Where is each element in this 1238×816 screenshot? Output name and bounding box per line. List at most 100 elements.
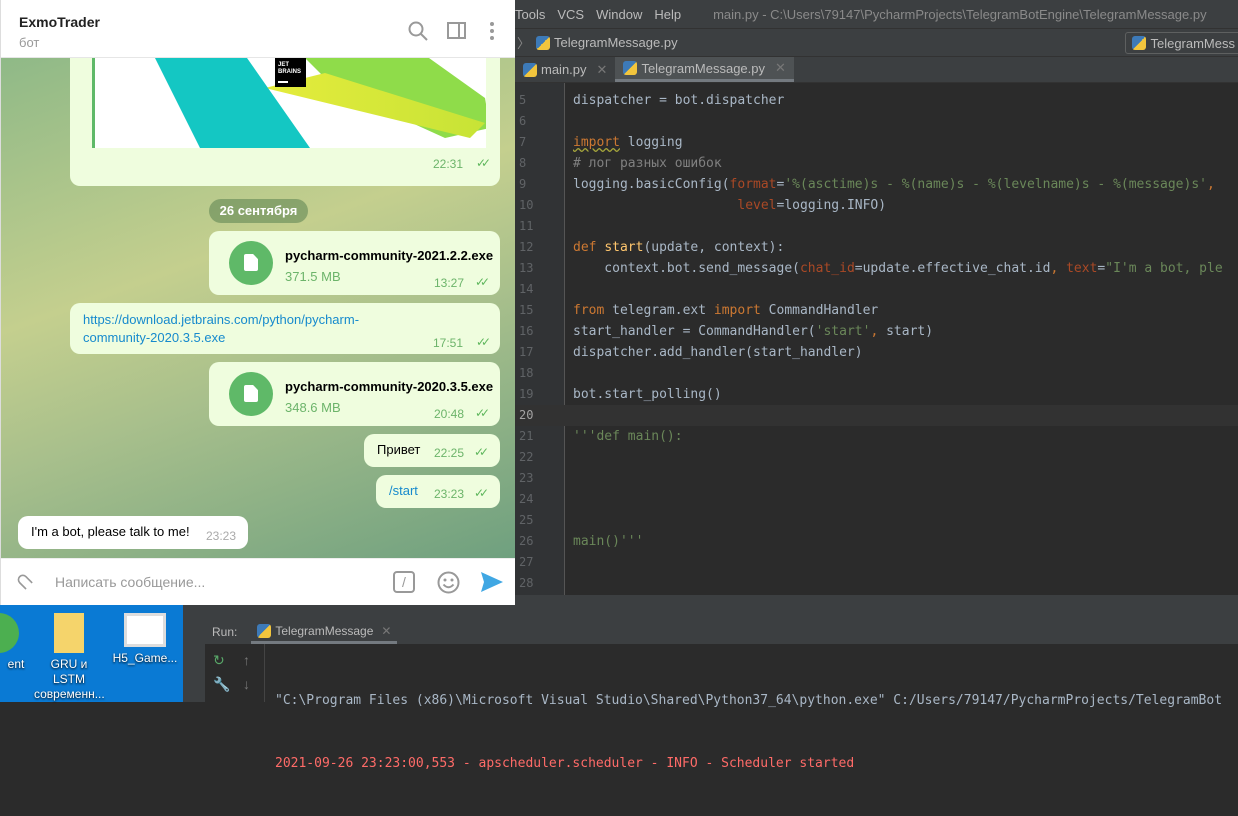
line-number: 14 [519,282,534,296]
code-token: # лог разных ошибок [573,156,722,171]
incoming-message[interactable]: I'm a bot, please talk to me! 23:23 [18,516,248,549]
window-title: main.py - C:\Users\79147\PycharmProjects… [713,6,1207,22]
file-icon[interactable] [229,372,273,416]
menu-vcs[interactable]: VCS [557,7,584,22]
code-line[interactable]: 27 [515,552,1238,573]
code-line[interactable]: 20 [515,405,1238,426]
code-token: , [870,324,887,339]
search-icon[interactable] [407,20,429,42]
code-line[interactable]: 12 def start(update, context): [515,237,1238,258]
code-line[interactable]: 23 [515,468,1238,489]
bot-commands-button[interactable]: / [393,571,415,593]
text-message[interactable]: /start 23:23 ✓✓ [376,475,500,508]
rerun-icon[interactable]: ↻ [213,652,225,669]
close-icon[interactable]: ✕ [775,60,786,76]
code-token: import [573,135,620,150]
code-text: def start(update, context): [573,237,784,258]
code-line[interactable]: 6 [515,111,1238,132]
code-line[interactable]: 22 [515,447,1238,468]
code-line[interactable]: 26 main()''' [515,531,1238,552]
attach-icon[interactable]: ⊂ [9,565,40,596]
code-token: format [729,177,777,192]
code-line[interactable]: 25 [515,510,1238,531]
line-number: 13 [519,261,534,275]
chat-history[interactable]: JET BRAINS 22:31 ✓✓ 26 сентября pycharm-… [1,48,515,558]
sidebar-toggle-icon[interactable] [446,20,468,42]
up-arrow-icon[interactable]: ↑ [243,652,250,668]
utorrent-icon [0,613,19,653]
run-config-label: TelegramMess [1150,35,1235,51]
bot-command-link[interactable]: /start [389,483,418,498]
code-line[interactable]: 28 [515,573,1238,594]
desktop-icon-folder[interactable]: GRU и LSTM современн... [34,613,105,702]
tab-telegrammessage-py[interactable]: TelegramMessage.py ✕ [615,57,794,82]
python-icon [1132,36,1147,50]
code-line[interactable]: 14 [515,279,1238,300]
code-token: text [1066,261,1098,276]
line-number: 23 [519,471,534,485]
line-number: 15 [519,303,534,317]
code-text: import logging [573,132,683,153]
code-token: logging [619,135,683,150]
desktop-icon-h5game[interactable]: H5_Game... [110,613,180,666]
code-token: level [737,198,777,213]
icon-label: ent [7,657,25,671]
message-time: 22:25 [434,446,465,460]
link-message[interactable]: https://download.jetbrains.com/python/py… [70,303,500,354]
python-file-icon [536,35,551,50]
code-line[interactable]: 18 [515,363,1238,384]
code-line[interactable]: 5 dispatcher = bot.dispatcher [515,90,1238,111]
code-token: '%(asctime)s - %(name)s - %(levelname)s … [784,177,1207,192]
send-icon[interactable] [480,571,504,593]
close-icon[interactable]: ✕ [381,624,391,638]
code-line[interactable]: 19 bot.start_polling() [515,384,1238,405]
line-number: 27 [519,555,534,569]
down-arrow-icon[interactable]: ↓ [243,676,250,692]
code-line[interactable]: 24 [515,489,1238,510]
menu-help[interactable]: Help [654,7,681,22]
message-time: 17:51 [433,336,464,350]
code-line[interactable]: 7 import logging [515,132,1238,153]
line-number: 21 [519,429,534,443]
python-icon [257,623,272,638]
message-link[interactable]: https://download.jetbrains.com/python/py… [83,311,359,347]
close-icon[interactable]: ✕ [597,62,608,78]
message-text: I'm a bot, please talk to me! [31,524,190,539]
code-line[interactable]: 8 # лог разных ошибок [515,153,1238,174]
jetbrains-preview-image[interactable]: JET BRAINS [92,48,486,148]
menu-tools[interactable]: Tools [515,7,545,22]
code-token: context.bot.send_message( [573,261,800,276]
console-output[interactable]: "C:\Program Files (x86)\Microsoft Visual… [275,648,1222,816]
message-input[interactable]: Написать сообщение... [55,574,205,590]
code-line[interactable]: 17 dispatcher.add_handler(start_handler) [515,342,1238,363]
code-line[interactable]: 9 logging.basicConfig(format='%(asctime)s… [515,174,1238,195]
chat-name[interactable]: ExmoTrader [19,14,100,30]
desktop-icon-utorrent[interactable]: ent [0,613,34,672]
link-preview-message[interactable]: JET BRAINS 22:31 ✓✓ [70,48,500,186]
run-label: Run: [212,625,238,639]
breadcrumb[interactable]: TelegramMessage.py [536,35,678,50]
code-line[interactable]: 15 from telegram.ext import CommandHandle… [515,300,1238,321]
wrench-icon[interactable]: 🔧 [213,676,230,693]
code-token: start_handler = CommandHandler( [573,324,816,339]
svg-text:BRAINS: BRAINS [278,69,301,75]
file-icon[interactable] [229,241,273,285]
code-line[interactable]: 13 context.bot.send_message(chat_id=upda… [515,258,1238,279]
code-line[interactable]: 11 [515,216,1238,237]
line-number: 9 [519,177,527,191]
tool-window-strip [183,605,205,702]
file-message[interactable]: pycharm-community-2021.2.2.exe 371.5 MB … [209,231,500,295]
code-line[interactable]: 21 '''def main(): [515,426,1238,447]
menu-window[interactable]: Window [596,7,642,22]
file-message[interactable]: pycharm-community-2020.3.5.exe 348.6 MB … [209,362,500,426]
more-menu-icon[interactable] [481,20,503,42]
run-config-selector[interactable]: TelegramMess [1125,32,1238,54]
navigation-bar: 〉 TelegramMessage.py TelegramMess [515,28,1238,57]
code-editor[interactable]: 5 dispatcher = bot.dispatcher 6 7 import log… [515,83,1238,595]
code-line[interactable]: 10 level=logging.INFO) [515,195,1238,216]
run-tab[interactable]: TelegramMessage ✕ [251,620,398,644]
code-line[interactable]: 16 start_handler = CommandHandler('start'… [515,321,1238,342]
emoji-icon[interactable] [437,571,460,594]
tab-main-py[interactable]: main.py ✕ [515,57,615,82]
text-message[interactable]: Привет 22:25 ✓✓ [364,434,500,467]
